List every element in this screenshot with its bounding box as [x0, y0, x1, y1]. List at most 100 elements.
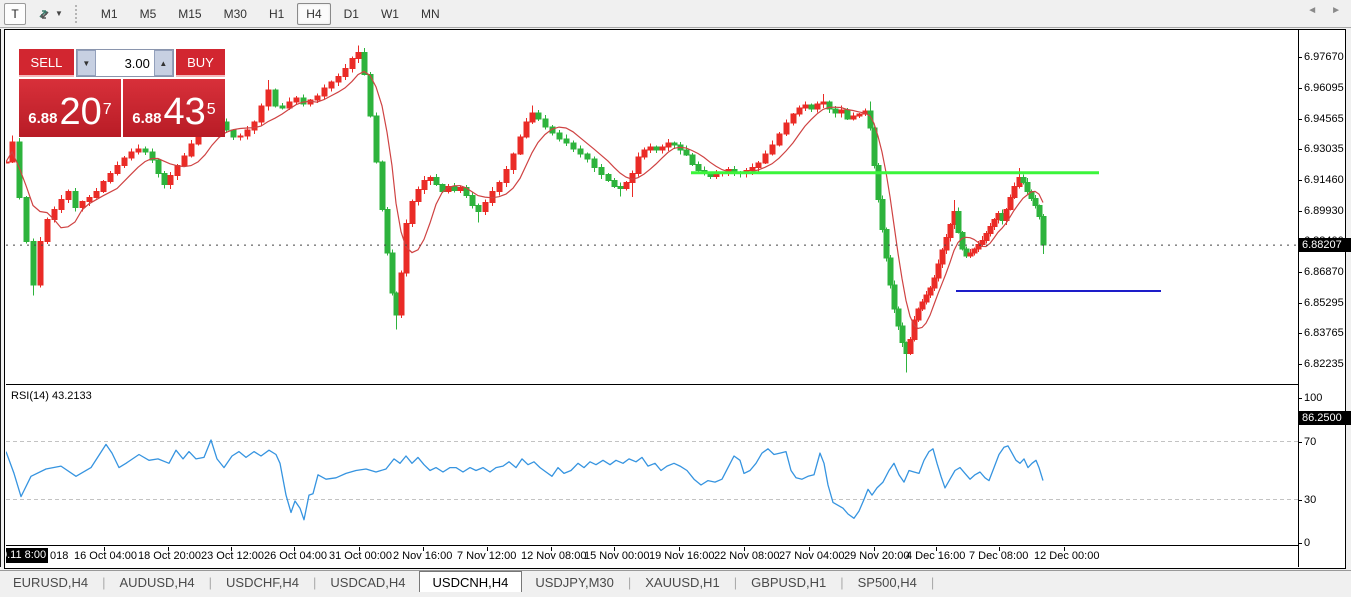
volume-input[interactable] — [96, 50, 154, 76]
time-axis-tick — [874, 547, 875, 551]
time-axis-label: 2 Nov 16:00 — [393, 550, 452, 562]
price-axis-tick — [1298, 333, 1302, 334]
chart-tab-audusd[interactable]: AUDUSD,H4 — [107, 573, 208, 593]
sell-quote[interactable]: 6.88207 — [19, 79, 121, 137]
rsi-axis-tick — [1298, 543, 1302, 544]
sell-price-sup: 7 — [103, 91, 112, 129]
price-axis-label: 6.86870 — [1304, 266, 1344, 278]
rsi-label: RSI(14) 43.2133 — [11, 390, 92, 402]
timeframe-button-d1[interactable]: D1 — [335, 3, 368, 25]
time-axis-label: 12 Dec 00:00 — [1034, 550, 1099, 562]
volume-decrease-button[interactable]: ▼ — [77, 50, 96, 76]
chart-tab-gbpusd[interactable]: GBPUSD,H1 — [738, 573, 839, 593]
tab-scroll-right-icon[interactable]: ► — [1331, 5, 1341, 16]
time-axis-label: 31 Oct 00:00 — [329, 550, 392, 562]
price-axis-label: 6.93035 — [1304, 143, 1344, 155]
time-axis-tick — [168, 547, 169, 551]
rsi-axis-label: 0 — [1304, 537, 1310, 549]
timeframe-button-m15[interactable]: M15 — [169, 3, 210, 25]
chart-tab-sp500[interactable]: SP500,H4 — [845, 573, 930, 593]
sell-price-prefix: 6.88 — [28, 109, 57, 129]
timeframe-toolbar: T ▼ M1M5M15M30H1H4D1W1MN — [0, 0, 1351, 28]
rsi-bottom-separator — [6, 545, 1298, 546]
price-axis-tick — [1298, 119, 1302, 120]
price-axis-tick — [1298, 88, 1302, 89]
time-axis-label: 18 Oct 20:00 — [138, 550, 201, 562]
chart-tab-usdcad[interactable]: USDCAD,H4 — [317, 573, 418, 593]
time-axis-label: 16 Oct 04:00 — [74, 550, 137, 562]
status-strip — [0, 592, 1351, 597]
volume-increase-button[interactable]: ▲ — [154, 50, 173, 76]
price-axis-tick — [1298, 303, 1302, 304]
one-click-trading-widget: SELL ▼ ▲ BUY 6.88207 6.88435 — [19, 49, 225, 139]
buy-price-sup: 5 — [207, 91, 216, 129]
price-axis-tick — [1298, 57, 1302, 58]
timeframe-button-m1[interactable]: M1 — [92, 3, 127, 25]
double-arrow-icon — [36, 6, 52, 22]
time-axis-label: 15 Nov 00:00 — [584, 550, 649, 562]
window-splitter[interactable] — [0, 29, 1, 567]
price-axis-label: 6.82235 — [1304, 358, 1344, 370]
volume-stepper: ▼ ▲ — [76, 49, 174, 77]
text-tool-button[interactable]: T — [4, 3, 26, 25]
time-axis-tick — [104, 547, 105, 551]
time-axis-tick — [936, 547, 937, 551]
timeframe-button-m5[interactable]: M5 — [131, 3, 166, 25]
timeframe-button-w1[interactable]: W1 — [372, 3, 408, 25]
timeframe-buttons: M1M5M15M30H1H4D1W1MN — [90, 3, 451, 25]
timeframe-button-h1[interactable]: H1 — [260, 3, 293, 25]
tab-scroll-left-icon[interactable]: ◄ — [1307, 5, 1317, 16]
timeframe-button-mn[interactable]: MN — [412, 3, 449, 25]
rsi-axis-label: 100 — [1304, 392, 1322, 404]
mt4-terminal: T ▼ M1M5M15M30H1H4D1W1MN USDCNH,H4 6.890… — [0, 0, 1351, 597]
price-axis-label: 6.97670 — [1304, 51, 1344, 63]
time-axis-label: 4 Dec 16:00 — [906, 550, 965, 562]
time-axis-tick — [294, 547, 295, 551]
timeframe-button-h4[interactable]: H4 — [297, 3, 330, 25]
chart-tab-xauusd[interactable]: XAUUSD,H1 — [632, 573, 732, 593]
time-axis-tick — [614, 547, 615, 551]
buy-price-prefix: 6.88 — [132, 109, 161, 129]
rsi-axis-tick — [1298, 442, 1302, 443]
chart-window[interactable]: USDCNH,H4 6.89090 6.89270 6.87707 6.8820… — [4, 29, 1346, 569]
tab-scroll-arrows: ◄ ► — [1307, 5, 1341, 16]
chart-tab-usdcnh[interactable]: USDCNH,H4 — [419, 571, 523, 593]
chart-tabs-bar: EURUSD,H4|AUDUSD,H4|USDCHF,H4|USDCAD,H4U… — [0, 570, 1351, 593]
chart-tab-usdchf[interactable]: USDCHF,H4 — [213, 573, 312, 593]
price-axis-tick — [1298, 149, 1302, 150]
cursor-mode-button[interactable]: ▼ — [36, 6, 63, 22]
price-axis-divider — [1298, 30, 1299, 567]
time-axis-label: 26 Oct 04:00 — [264, 550, 327, 562]
time-axis-label: 12 Nov 08:00 — [521, 550, 586, 562]
chevron-down-icon[interactable]: ▼ — [55, 9, 63, 18]
rsi-value-tag: 86.2500 — [1299, 411, 1351, 425]
rsi-axis-tick — [1298, 398, 1302, 399]
sell-price-main: 20 — [60, 95, 102, 129]
time-axis-tick — [1064, 547, 1065, 551]
time-axis-label: 7 Nov 12:00 — [457, 550, 516, 562]
rsi-axis-label: 30 — [1304, 494, 1316, 506]
time-axis-label: 7 Dec 08:00 — [969, 550, 1028, 562]
time-axis-tick — [679, 547, 680, 551]
timeframe-button-m30[interactable]: M30 — [215, 3, 256, 25]
rsi-axis-tick — [1298, 500, 1302, 501]
buy-button[interactable]: BUY — [176, 49, 225, 77]
chart-tab-eurusd[interactable]: EURUSD,H4 — [0, 573, 101, 593]
price-axis-label: 6.85295 — [1304, 297, 1344, 309]
buy-quote[interactable]: 6.88435 — [123, 79, 225, 137]
time-cursor-tag: 0.11 8:00 — [6, 548, 48, 563]
time-axis-tick — [809, 547, 810, 551]
sell-button[interactable]: SELL — [19, 49, 74, 77]
rsi-indicator-pane[interactable] — [6, 388, 1298, 545]
price-axis-tick — [1298, 364, 1302, 365]
time-axis-tick — [359, 547, 360, 551]
buy-price-main: 43 — [164, 95, 206, 129]
time-axis[interactable]: 0.11 8:00 018 16 Oct 04:0018 Oct 20:0023… — [6, 547, 1298, 567]
toolbar-grip[interactable] — [75, 5, 82, 23]
price-axis-tick — [1298, 272, 1302, 273]
time-axis-tick — [999, 547, 1000, 551]
bid-price-tag: 6.88207 — [1299, 238, 1351, 252]
time-axis-label: 22 Nov 08:00 — [714, 550, 779, 562]
chart-tab-usdjpy[interactable]: USDJPY,M30 — [522, 573, 627, 593]
time-axis-label: 23 Oct 12:00 — [201, 550, 264, 562]
